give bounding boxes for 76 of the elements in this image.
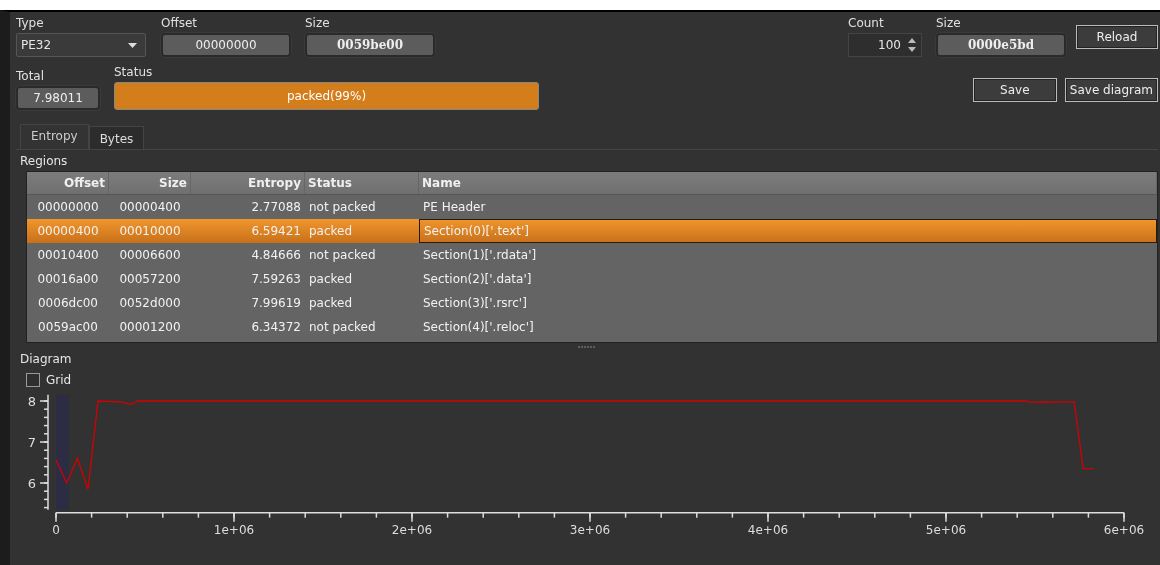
x-tick-label: 6e+06: [1103, 522, 1145, 535]
table-cell-text: Section(1)['.rdata']: [422, 247, 538, 264]
x-tick-label: 5e+06: [925, 522, 967, 535]
x-tick-label: 0: [52, 522, 60, 535]
table-cell-text: packed: [308, 271, 354, 288]
size-label: Size: [305, 16, 331, 30]
table-cell-text: not packed: [308, 319, 377, 336]
splitter-handle-icon[interactable]: [578, 346, 596, 349]
offset-label: Offset: [161, 16, 199, 30]
grid-label: Grid: [46, 373, 72, 387]
status-field: packed(99%): [114, 82, 539, 110]
table-cell-text: 00010000: [118, 223, 182, 240]
table-cell-text: 0059ac00: [37, 319, 99, 336]
dropdown-arrow-icon: [128, 42, 137, 48]
x-tick-label: 3e+06: [569, 522, 611, 535]
table-cell-text: 00010400: [36, 247, 100, 264]
x-tick-label: 4e+06: [747, 522, 789, 535]
status-label: Status: [114, 65, 154, 79]
table-cell-text: 00001200: [118, 319, 182, 336]
table-cell: Section(0)['.text']: [419, 219, 1157, 243]
tab[interactable]: Entropy: [20, 124, 89, 149]
grid-checkbox[interactable]: [26, 373, 40, 387]
table-cell-text: 00000000: [36, 199, 100, 216]
table-row[interactable]: 00000000 00000400 2.77088 not packed PE Header: [27, 195, 1157, 219]
spin-arrows-icon: [907, 37, 917, 53]
table-cell-text: 7.99619: [250, 295, 302, 312]
table-cell-text: Section(4)['.reloc']: [422, 319, 535, 336]
total-label: Total: [16, 69, 46, 83]
table-row[interactable]: 00010400 00006600 4.84666 not packed Section(1)['.rdata']: [27, 243, 1157, 267]
count-label: Count: [848, 16, 885, 30]
column-header[interactable]: Entropy: [191, 172, 305, 194]
table-cell-text: not packed: [308, 199, 377, 216]
save-button[interactable]: Save diagram: [1064, 78, 1158, 102]
table-cell-text: 0052d000: [118, 295, 182, 312]
table-cell-text: 6.59421: [250, 223, 302, 240]
table-cell-text: packed: [308, 295, 354, 312]
y-tick-label: 7: [27, 435, 36, 450]
size-field[interactable]: 0059be00: [305, 33, 435, 57]
table-cell-text: not packed: [308, 247, 377, 264]
table-cell-text: Section(2)['.data']: [422, 271, 533, 288]
total-field[interactable]: 7.98011: [16, 86, 100, 110]
table-cell-text: 00000400: [36, 223, 100, 240]
count-spinbox[interactable]: 100: [848, 33, 922, 57]
table-row[interactable]: 0059ac00 00001200 6.34372 not packed Section(4)['.reloc']: [27, 315, 1157, 339]
table-cell-text: 6.34372: [250, 319, 302, 336]
type-label: Type: [16, 16, 45, 30]
x-tick-label: 1e+06: [213, 522, 255, 535]
table-cell-text: PE Header: [422, 199, 487, 216]
table-cell-text: Section(3)['.rsrc']: [422, 295, 528, 312]
table-cell-text: 2.77088: [250, 199, 302, 216]
regions-label: Regions: [20, 154, 69, 168]
save-button[interactable]: Save: [972, 78, 1057, 102]
table-cell-text: 4.84666: [250, 247, 302, 264]
table-cell-text: 00016a00: [36, 271, 100, 288]
table-cell-text: 0006dc00: [37, 295, 99, 312]
column-header[interactable]: Size: [109, 172, 191, 194]
diagram-label: Diagram: [20, 352, 73, 366]
type-dropdown[interactable]: PE32: [16, 33, 146, 57]
y-tick-label: 8: [27, 394, 36, 409]
y-tick-label: 6: [27, 476, 36, 491]
tab[interactable]: Bytes: [88, 126, 145, 149]
table-cell-text: 7.59263: [250, 271, 302, 288]
column-header[interactable]: Status: [305, 172, 419, 194]
offset-field[interactable]: 00000000: [161, 33, 291, 57]
table-cell-text: packed: [308, 223, 354, 240]
column-header[interactable]: Offset: [27, 172, 109, 194]
reload-button[interactable]: Reload: [1076, 25, 1158, 49]
table-cell-text: 00057200: [118, 271, 182, 288]
table-row[interactable]: 0006dc00 0052d000 7.99619 packed Section(3)['.rsrc']: [27, 291, 1157, 315]
block-size-field[interactable]: 0000e5bd: [936, 33, 1066, 57]
x-tick-label: 2e+06: [391, 522, 433, 535]
block-size-label: Size: [936, 16, 962, 30]
column-header[interactable]: Name: [419, 172, 1157, 194]
table-cell-text: 00006600: [118, 247, 182, 264]
table-row[interactable]: 00016a00 00057200 7.59263 packed Section(2)['.data']: [27, 267, 1157, 291]
table-cell-text: 00000400: [118, 199, 182, 216]
